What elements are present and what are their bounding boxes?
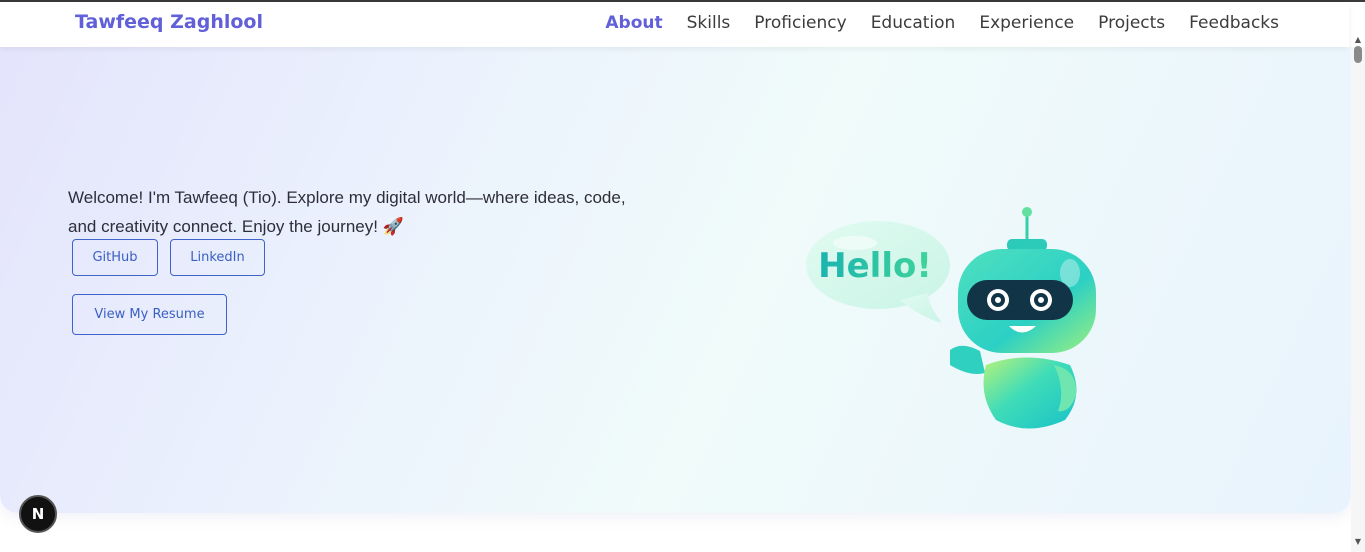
scrollbar-track[interactable] (1351, 47, 1365, 552)
robot-mascot-icon: Hello! (806, 207, 1096, 429)
scrollbar-thumb[interactable] (1354, 46, 1362, 63)
nav-link-skills[interactable]: Skills (687, 13, 731, 33)
github-button[interactable]: GitHub (72, 239, 158, 276)
page: Tawfeeq Zaghlool About Skills Proficienc… (0, 0, 1365, 552)
nav-link-experience[interactable]: Experience (979, 13, 1074, 33)
nav-link-about[interactable]: About (605, 13, 662, 33)
linkedin-button[interactable]: LinkedIn (170, 239, 265, 276)
nav-link-projects[interactable]: Projects (1098, 13, 1165, 33)
view-resume-button[interactable]: View My Resume (72, 294, 227, 335)
nav-link-education[interactable]: Education (871, 13, 956, 33)
nav-link-proficiency[interactable]: Proficiency (754, 13, 846, 33)
next-js-badge-icon[interactable]: N (19, 495, 57, 533)
scroll-down-arrow-icon[interactable]: ▼ (1353, 537, 1363, 547)
nav-link-feedbacks[interactable]: Feedbacks (1189, 13, 1279, 33)
nav-links: About Skills Proficiency Education Exper… (581, 13, 1279, 33)
scroll-up-arrow-icon[interactable]: ▲ (1353, 35, 1363, 45)
brand-logo[interactable]: Tawfeeq Zaghlool (75, 11, 263, 33)
hero-section (0, 47, 1351, 513)
welcome-text: Welcome! I'm Tawfeeq (Tio). Explore my d… (68, 188, 626, 236)
speech-bubble-icon: Hello! (806, 221, 950, 323)
navbar: Tawfeeq Zaghlool About Skills Proficienc… (0, 2, 1349, 47)
speech-bubble-text: Hello! (818, 246, 932, 286)
